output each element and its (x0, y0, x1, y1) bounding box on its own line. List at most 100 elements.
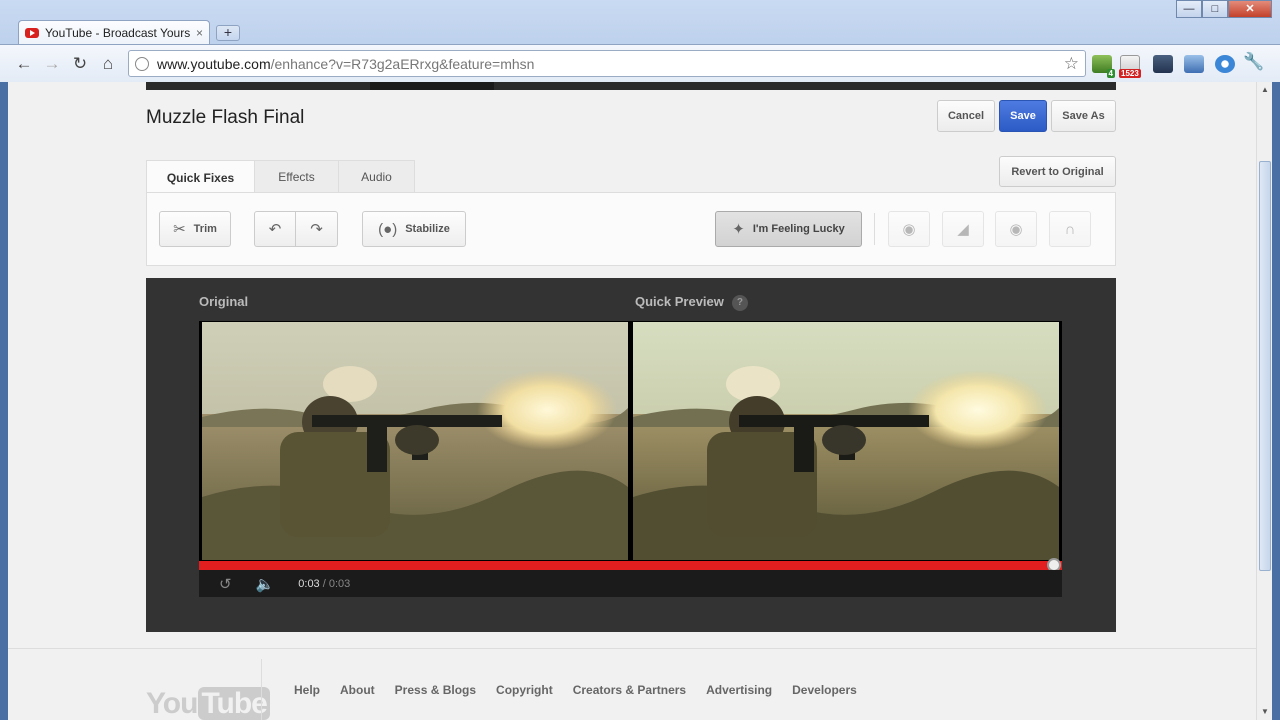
feeling-lucky-button[interactable]: ✦ I'm Feeling Lucky (715, 211, 862, 247)
contrast-icon: ◢ (957, 221, 969, 238)
cancel-button[interactable]: Cancel (937, 100, 995, 132)
trim-label: Trim (193, 223, 217, 235)
page-title: Muzzle Flash Final (146, 107, 305, 128)
stabilize-label: Stabilize (405, 223, 450, 235)
saturation-button[interactable]: ◉ (995, 211, 1037, 247)
time-display: 0:03 / 0:03 (298, 578, 350, 590)
editor-tabs: Quick Fixes Effects Audio (146, 160, 415, 194)
replay-icon[interactable]: ↺ (219, 575, 232, 593)
original-video-image (202, 322, 628, 560)
tab-quick-fixes[interactable]: Quick Fixes (146, 160, 255, 194)
window-frame-left (0, 82, 8, 720)
original-label: Original (199, 294, 249, 309)
maximize-button[interactable]: □ (1202, 0, 1228, 18)
new-tab-button[interactable]: + (216, 25, 240, 41)
tab-close-icon[interactable]: × (196, 26, 203, 40)
original-video-frame[interactable] (202, 322, 628, 560)
scissors-icon: ✂ (173, 221, 186, 238)
contrast-button[interactable]: ◢ (942, 211, 984, 247)
mail-extension-badge: 1523 (1119, 69, 1141, 78)
current-time: 0:03 (298, 577, 320, 590)
progress-bar[interactable] (199, 558, 1062, 572)
browser-tab[interactable]: YouTube - Broadcast Yours × (18, 20, 210, 45)
save-button[interactable]: Save (999, 100, 1047, 132)
rotate-right-button[interactable]: ↷ (295, 211, 338, 247)
quick-preview-heading: Quick Preview? (635, 294, 748, 311)
globe-icon (135, 56, 149, 71)
toolbar-separator (874, 213, 875, 245)
tab-strip: YouTube - Broadcast Yours × + — □ ✕ (0, 0, 1280, 45)
wrench-icon[interactable]: 🔧 (1243, 51, 1265, 73)
footer-link-help[interactable]: Help (294, 683, 320, 697)
footer-link-copyright[interactable]: Copyright (496, 683, 553, 697)
lightbulb-icon: ◉ (902, 221, 916, 238)
preview-panel: Original Quick Preview? ↺ 🔈 0:03 / 0:03 (146, 278, 1116, 632)
bookmark-star-icon[interactable]: ☆ (1064, 54, 1079, 74)
home-icon[interactable]: ⌂ (97, 53, 119, 75)
color-temperature-button[interactable]: ∩ (1049, 211, 1091, 247)
preview-video-image (633, 322, 1059, 560)
logo-tube: Tube (198, 687, 270, 720)
revert-to-original-button[interactable]: Revert to Original (999, 156, 1116, 187)
rotate-left-button[interactable]: ↶ (254, 211, 296, 247)
video-compare-area (199, 321, 1062, 561)
thermometer-icon: ∩ (1064, 220, 1076, 238)
footer-link-advertising[interactable]: Advertising (706, 683, 772, 697)
help-icon[interactable]: ? (731, 294, 748, 311)
rotate-right-icon: ↷ (310, 221, 323, 238)
youtube-footer-logo[interactable]: You Tube (146, 687, 270, 720)
footer: You Tube Help About Press & Blogs Copyrig… (8, 648, 1256, 720)
youtube-favicon-icon (25, 28, 39, 38)
minimize-button[interactable]: — (1176, 0, 1202, 18)
window-extension-icon[interactable] (1184, 55, 1204, 73)
forward-icon[interactable]: → (41, 53, 63, 75)
circle-extension-icon[interactable] (1215, 55, 1235, 73)
window-frame-right (1272, 82, 1280, 720)
reload-icon[interactable]: ↻ (69, 53, 91, 75)
quick-preview-label: Quick Preview (635, 294, 724, 309)
browser-chrome: YouTube - Broadcast Yours × + — □ ✕ ← → … (0, 0, 1280, 82)
volume-icon[interactable]: 🔈 (256, 575, 275, 593)
trim-button[interactable]: ✂ Trim (159, 211, 231, 247)
back-icon[interactable]: ← (13, 53, 35, 75)
page-viewport: Muzzle Flash Final Cancel Save Save As R… (8, 82, 1256, 720)
address-bar[interactable]: www.youtube.com/enhance?v=R73g2aERrxg&fe… (128, 50, 1086, 77)
logo-you: You (146, 687, 198, 720)
green-extension-badge: 4 (1106, 69, 1115, 78)
close-window-button[interactable]: ✕ (1228, 0, 1272, 18)
rotate-left-icon: ↶ (268, 221, 282, 238)
vertical-scrollbar[interactable]: ▲ ▼ (1256, 82, 1272, 720)
quick-fixes-toolbar: ✂ Trim ↶ ↷ (●) Stabilize ✦ I'm Feeling L… (146, 192, 1116, 266)
tab-effects[interactable]: Effects (254, 160, 339, 193)
tab-title: YouTube - Broadcast Yours (45, 26, 191, 40)
scroll-down-arrow-icon[interactable]: ▼ (1257, 704, 1273, 720)
green-extension-icon[interactable]: 4 (1092, 55, 1115, 78)
window-controls: — □ ✕ (1176, 0, 1272, 18)
footer-link-developers[interactable]: Developers (792, 683, 857, 697)
tab-audio[interactable]: Audio (338, 160, 415, 193)
masthead-strip (146, 82, 1116, 90)
url-text: www.youtube.com/enhance?v=R73g2aERrxg&fe… (157, 56, 534, 72)
browser-toolbar: ← → ↻ ⌂ www.youtube.com/enhance?v=R73g2a… (0, 44, 1280, 82)
footer-link-press-blogs[interactable]: Press & Blogs (395, 683, 476, 697)
footer-link-about[interactable]: About (340, 683, 375, 697)
stabilize-button[interactable]: (●) Stabilize (362, 211, 466, 247)
saturation-icon: ◉ (1009, 221, 1023, 238)
fill-light-button[interactable]: ◉ (888, 211, 930, 247)
save-as-button[interactable]: Save As (1051, 100, 1116, 132)
feeling-lucky-label: I'm Feeling Lucky (752, 223, 845, 235)
duration: / 0:03 (322, 577, 351, 590)
preview-video-frame[interactable] (633, 322, 1059, 560)
magic-wand-icon: ✦ (732, 221, 745, 238)
mail-extension-icon[interactable]: 1523 (1119, 55, 1141, 78)
footer-link-creators-partners[interactable]: Creators & Partners (573, 683, 686, 697)
player-controls: ↺ 🔈 0:03 / 0:03 (199, 570, 1062, 597)
footer-divider (261, 659, 262, 720)
scroll-up-arrow-icon[interactable]: ▲ (1257, 82, 1273, 98)
url-host: www.youtube.com (157, 55, 271, 72)
url-path: /enhance?v=R73g2aERrxg&feature=mhsn (270, 55, 535, 72)
stabilize-icon: (●) (378, 220, 398, 238)
footer-links: Help About Press & Blogs Copyright Creat… (294, 683, 857, 697)
camera-extension-icon[interactable] (1153, 55, 1173, 73)
scroll-thumb[interactable] (1259, 161, 1271, 571)
